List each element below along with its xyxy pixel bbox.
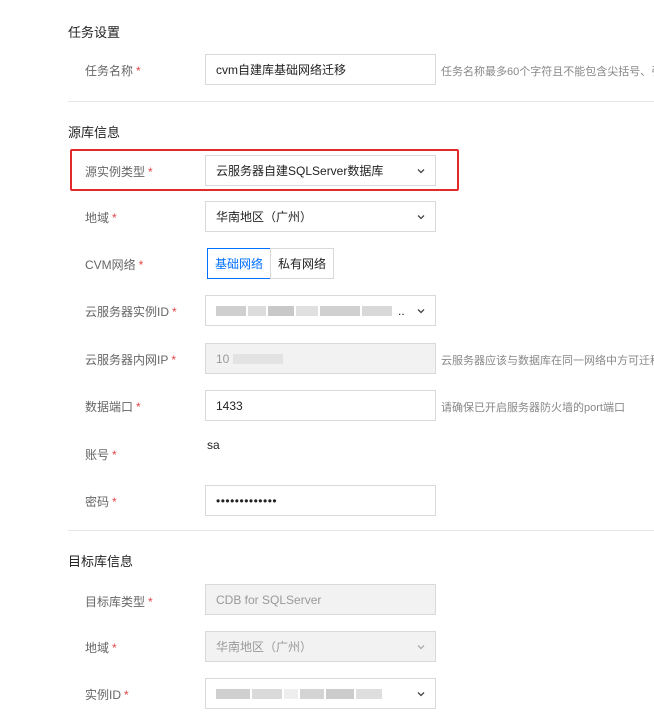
account-label: 账号 * xyxy=(85,446,117,463)
chevron-down-icon xyxy=(417,309,425,314)
target-section-title: 目标库信息 xyxy=(68,554,134,569)
task-name-hint: 任务名称最多60个字符且不能包含尖括号、引号、 xyxy=(441,66,654,78)
task-section-title: 任务设置 xyxy=(68,25,121,40)
network-option-basic[interactable]: 基础网络 xyxy=(207,248,271,279)
cvm-instance-suffix: .. xyxy=(398,303,405,318)
target-instance-label-text: 实例ID xyxy=(85,688,122,702)
required-mark: * xyxy=(148,595,153,609)
required-mark: * xyxy=(112,495,117,509)
redacted-target-instance-id xyxy=(216,688,384,699)
inner-ip-input: 10 xyxy=(205,343,436,374)
cvm-network-label: CVM网络 * xyxy=(85,256,143,273)
cvm-instance-label: 云服务器实例ID * xyxy=(85,303,177,320)
source-region-select[interactable]: 华南地区（广州） xyxy=(205,201,436,232)
required-mark: * xyxy=(138,258,144,272)
target-type-label: 目标库类型 * xyxy=(85,593,153,610)
target-region-select: 华南地区（广州） xyxy=(205,631,436,662)
chevron-down-icon xyxy=(417,169,425,174)
cvm-instance-label-text: 云服务器实例ID xyxy=(85,305,170,319)
target-instance-label: 实例ID * xyxy=(85,686,129,703)
required-mark: * xyxy=(112,448,117,462)
password-label-text: 密码 xyxy=(85,495,110,509)
inner-ip-hint: 云服务器应该与数据库在同一网络中方可迁移 xyxy=(441,355,654,367)
cvm-network-label-text: CVM网络 xyxy=(85,258,136,272)
port-input[interactable]: 1433 xyxy=(205,390,436,421)
required-mark: * xyxy=(171,353,177,367)
divider xyxy=(68,101,654,102)
port-label: 数据端口 * xyxy=(85,398,141,415)
source-section-title: 源库信息 xyxy=(68,125,121,140)
required-mark: * xyxy=(136,64,141,78)
source-instance-type-value: 云服务器自建SQLServer数据库 xyxy=(216,164,384,178)
task-name-input[interactable]: cvm自建库基础网络迁移 xyxy=(205,54,436,85)
network-option-private[interactable]: 私有网络 xyxy=(270,248,334,279)
account-label-text: 账号 xyxy=(85,448,110,462)
redacted-instance-id xyxy=(216,305,394,316)
target-region-label-text: 地域 xyxy=(85,641,110,655)
source-instance-type-label-text: 源实例类型 xyxy=(85,165,146,179)
required-mark: * xyxy=(124,688,129,702)
target-type-label-text: 目标库类型 xyxy=(85,595,146,609)
source-instance-type-label: 源实例类型 * xyxy=(85,163,153,180)
redacted-ip xyxy=(233,353,284,364)
divider xyxy=(68,530,654,531)
chevron-down-icon xyxy=(417,692,425,697)
port-hint: 请确保已开启服务器防火墙的port端口 xyxy=(441,402,625,414)
required-mark: * xyxy=(136,400,141,414)
account-value: sa xyxy=(207,438,220,452)
required-mark: * xyxy=(148,165,153,179)
required-mark: * xyxy=(112,641,117,655)
task-name-label-text: 任务名称 xyxy=(85,64,134,78)
source-region-label-text: 地域 xyxy=(85,211,110,225)
target-region-label: 地域 * xyxy=(85,639,117,656)
target-instance-select[interactable] xyxy=(205,678,436,709)
source-instance-type-select[interactable]: 云服务器自建SQLServer数据库 xyxy=(205,155,436,186)
target-type-input: CDB for SQLServer xyxy=(205,584,436,615)
task-name-label: 任务名称 * xyxy=(85,62,141,79)
password-input[interactable]: ••••••••••••• xyxy=(205,485,436,516)
chevron-down-icon xyxy=(417,645,425,650)
target-region-value: 华南地区（广州） xyxy=(216,640,313,654)
inner-ip-label-text: 云服务器内网IP xyxy=(85,353,169,367)
source-region-value: 华南地区（广州） xyxy=(216,210,313,224)
cvm-instance-select[interactable]: .. xyxy=(205,295,436,326)
inner-ip-label: 云服务器内网IP * xyxy=(85,351,176,368)
required-mark: * xyxy=(112,211,117,225)
chevron-down-icon xyxy=(417,215,425,220)
password-label: 密码 * xyxy=(85,493,117,510)
required-mark: * xyxy=(172,305,177,319)
inner-ip-prefix: 10 xyxy=(216,351,230,366)
source-region-label: 地域 * xyxy=(85,209,117,226)
port-label-text: 数据端口 xyxy=(85,400,134,414)
